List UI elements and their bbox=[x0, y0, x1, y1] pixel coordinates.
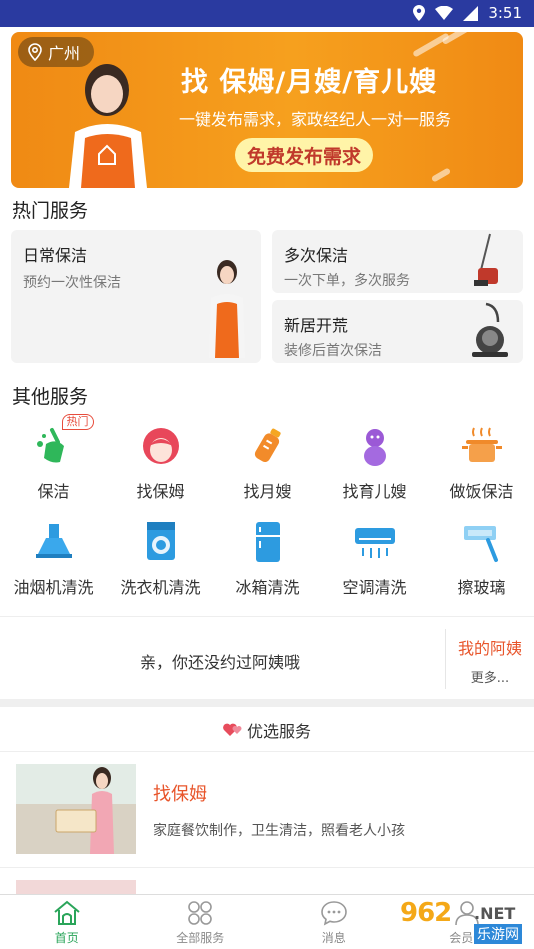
service-window-cleaning[interactable]: 擦玻璃 bbox=[428, 520, 534, 598]
baby-bottle-icon bbox=[254, 428, 281, 463]
service-label: 空调清洗 bbox=[342, 578, 407, 597]
service-label: 洗衣机清洗 bbox=[120, 578, 201, 597]
nav-messages[interactable]: 消息 bbox=[267, 895, 401, 949]
home-icon bbox=[54, 900, 80, 925]
card-title: 新居开荒 bbox=[284, 316, 349, 335]
grid-icon bbox=[188, 901, 213, 925]
service-label: 油烟机清洗 bbox=[13, 578, 94, 597]
cooking-pot-icon bbox=[461, 427, 502, 462]
preferred-services-header: 优选服务 bbox=[0, 708, 534, 752]
watermark-cn: 乐游网 bbox=[474, 924, 522, 944]
status-time: 3:51 bbox=[488, 4, 522, 22]
location-icon bbox=[413, 5, 426, 21]
hearts-icon bbox=[223, 723, 242, 736]
wifi-icon bbox=[435, 6, 454, 20]
nanny-icon bbox=[142, 428, 179, 464]
service-card-multiple-cleaning[interactable]: 多次保洁 一次下单，多次服务 bbox=[272, 230, 523, 293]
nav-label: 全部服务 bbox=[176, 931, 225, 945]
service-label: 找月嫂 bbox=[243, 482, 292, 501]
preferred-services-title: 优选服务 bbox=[246, 721, 311, 741]
service-find-nanny[interactable]: 找保姆 bbox=[107, 424, 214, 502]
site-watermark: 962 .NET 乐游网 bbox=[398, 896, 534, 946]
card-subtitle: 一次下单，多次服务 bbox=[284, 273, 410, 289]
promo-banner[interactable]: 广州 找 保姆/月嫂/育儿嫂 一键发布需求，家政经纪人一对一服务 免费发布需求 bbox=[11, 32, 523, 188]
banner-title: 找 保姆/月嫂/育儿嫂 bbox=[181, 67, 438, 98]
nanny-photo bbox=[16, 764, 136, 854]
hot-badge: 热门 bbox=[61, 414, 94, 430]
signal-icon bbox=[463, 5, 479, 21]
card-subtitle: 装修后首次保洁 bbox=[284, 343, 382, 359]
other-services-title: 其他服务 bbox=[12, 386, 89, 408]
air-conditioner-icon bbox=[354, 528, 395, 558]
service-washing-machine-cleaning[interactable]: 洗衣机清洗 bbox=[107, 520, 214, 598]
location-pin-icon bbox=[28, 43, 42, 61]
window-wiper-icon bbox=[463, 526, 498, 562]
service-label: 找育儿嫂 bbox=[342, 482, 407, 501]
service-label: 做饭保洁 bbox=[449, 482, 514, 501]
broom-icon bbox=[36, 428, 64, 463]
housekeeper-illustration bbox=[69, 64, 147, 188]
watermark-number: 962 bbox=[400, 898, 452, 928]
vacuum-cleaner-icon bbox=[472, 302, 508, 357]
service-label: 找保姆 bbox=[136, 482, 185, 501]
nav-label: 首页 bbox=[54, 931, 79, 945]
hot-services-title: 热门服务 bbox=[12, 200, 89, 222]
service-find-childcare[interactable]: 找育儿嫂 bbox=[321, 424, 428, 502]
my-ayi-title: 我的阿姨 bbox=[457, 639, 522, 658]
watermark-suffix: .NET bbox=[474, 904, 516, 923]
service-ac-cleaning[interactable]: 空调清洗 bbox=[321, 520, 428, 598]
list-item-title: 找保姆 bbox=[153, 784, 207, 805]
mop-bucket-icon bbox=[474, 233, 498, 286]
list-item[interactable]: 找保姆 家庭餐饮制作，卫生清洁，照看老人小孩 bbox=[0, 752, 534, 868]
my-ayi-more: 更多... bbox=[470, 671, 510, 686]
fridge-icon bbox=[255, 522, 280, 562]
my-ayi-section: 亲，你还没约过阿姨哦 我的阿姨 更多... bbox=[0, 616, 534, 700]
service-label: 冰箱清洗 bbox=[235, 578, 300, 597]
card-title: 多次保洁 bbox=[284, 246, 349, 265]
range-hood-icon bbox=[35, 524, 72, 558]
card-subtitle: 预约一次性保洁 bbox=[23, 275, 121, 291]
service-fridge-cleaning[interactable]: 冰箱清洗 bbox=[214, 520, 321, 598]
section-divider bbox=[0, 699, 534, 707]
nav-all-services[interactable]: 全部服务 bbox=[134, 895, 268, 949]
publish-demand-button[interactable]: 免费发布需求 bbox=[235, 138, 374, 172]
nav-label: 消息 bbox=[321, 931, 346, 945]
message-icon bbox=[320, 901, 347, 926]
ayi-empty-text: 亲，你还没约过阿姨哦 bbox=[140, 653, 301, 672]
service-card-new-home-cleaning[interactable]: 新居开荒 装修后首次保洁 bbox=[272, 300, 523, 363]
service-range-hood-cleaning[interactable]: 油烟机清洗 bbox=[0, 520, 107, 598]
service-find-maternity-nurse[interactable]: 找月嫂 bbox=[214, 424, 321, 502]
service-cooking-cleaning[interactable]: 做饭保洁 bbox=[428, 424, 534, 502]
my-ayi-button[interactable]: 我的阿姨 更多... bbox=[445, 629, 534, 689]
cleaner-woman-icon bbox=[209, 260, 245, 358]
service-label: 保洁 bbox=[37, 482, 70, 501]
service-card-daily-cleaning[interactable]: 日常保洁 预约一次性保洁 bbox=[11, 230, 261, 363]
service-label: 擦玻璃 bbox=[457, 578, 506, 597]
status-bar: 3:51 bbox=[0, 0, 534, 27]
washing-machine-icon bbox=[146, 522, 175, 560]
list-item-desc: 家庭餐饮制作，卫生清洁，照看老人小孩 bbox=[153, 823, 405, 839]
nav-home[interactable]: 首页 bbox=[0, 895, 134, 949]
service-cleaning[interactable]: 热门 保洁 bbox=[0, 414, 107, 502]
card-title: 日常保洁 bbox=[23, 246, 88, 265]
baby-icon bbox=[363, 429, 386, 466]
banner-subtitle: 一键发布需求，家政经纪人一对一服务 bbox=[179, 110, 452, 129]
